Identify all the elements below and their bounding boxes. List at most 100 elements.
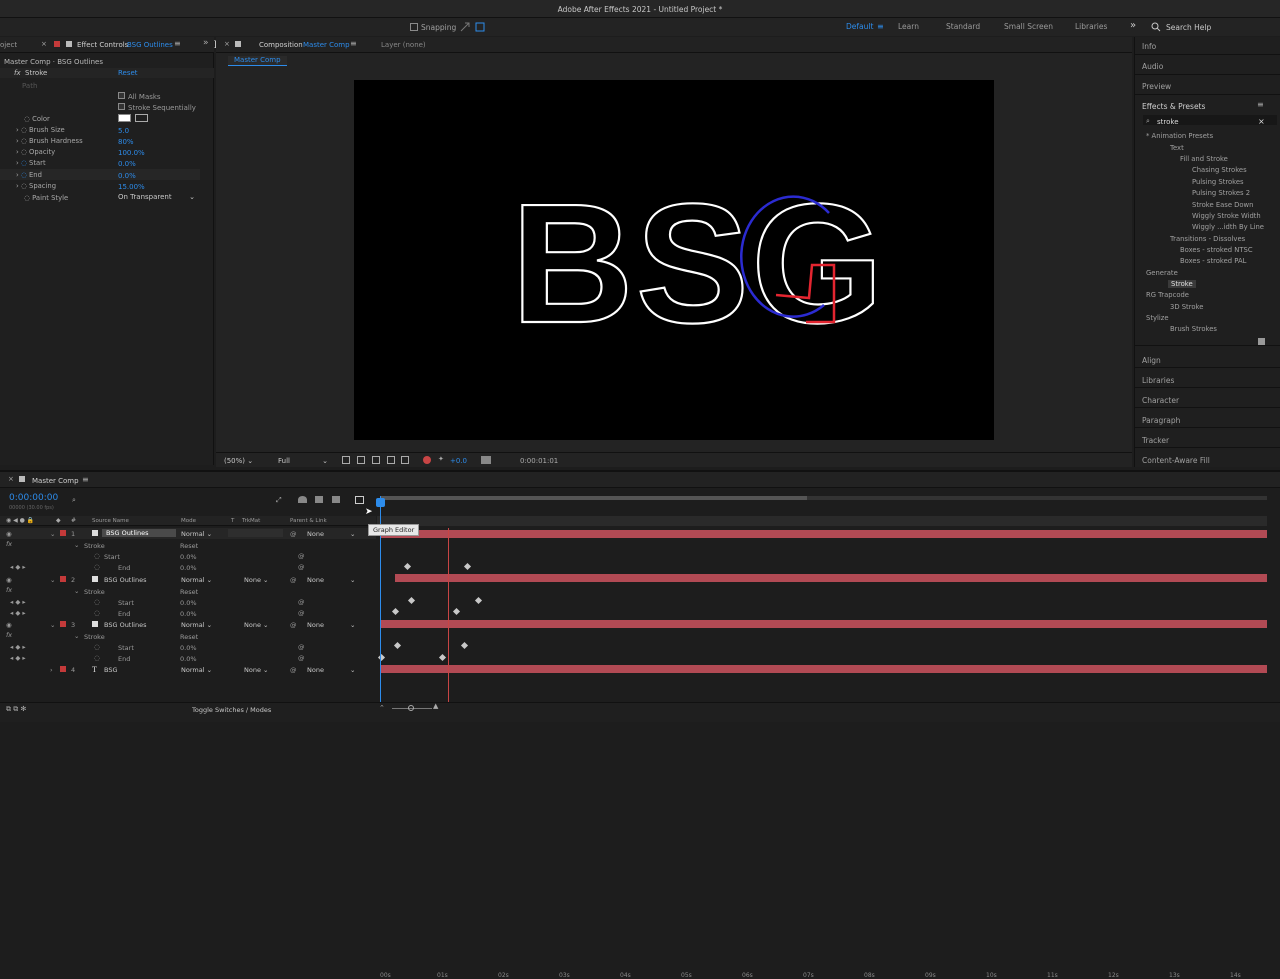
visibility-eye-icon[interactable]: ◉ <box>6 530 12 538</box>
layer-1-start-value[interactable]: 0.0% <box>180 553 197 561</box>
layer-3-trkmat[interactable]: None ⌄ <box>244 621 269 629</box>
label-color[interactable] <box>60 621 66 627</box>
workspace-menu-icon[interactable]: ≡ <box>877 22 884 31</box>
tree-chasing-strokes[interactable]: Chasing Strokes <box>1192 166 1247 174</box>
close-icon[interactable]: × <box>41 40 47 48</box>
opacity-value[interactable]: 100.0% <box>118 149 145 157</box>
layer-3-start-value[interactable]: 0.0% <box>180 644 197 652</box>
keyframe[interactable] <box>463 562 472 571</box>
paragraph-panel-tab[interactable]: Paragraph <box>1142 416 1180 425</box>
pickwhip-icon[interactable]: @ <box>298 563 305 571</box>
layer-2-trkmat[interactable]: None ⌄ <box>244 576 269 584</box>
tree-wiggly-stroke-width[interactable]: Wiggly Stroke Width <box>1192 212 1261 220</box>
playhead-handle[interactable] <box>376 498 385 507</box>
snap-edges-icon[interactable] <box>474 21 486 33</box>
visibility-eye-icon[interactable]: ◉ <box>6 576 12 584</box>
start-value[interactable]: 0.0% <box>118 160 136 168</box>
layer-3-bar[interactable] <box>381 620 1267 628</box>
layer-1-reset[interactable]: Reset <box>180 542 198 550</box>
panel-menu-icon[interactable]: ≡ <box>82 475 89 484</box>
new-folder-icon[interactable] <box>1258 338 1265 345</box>
shy-icon[interactable] <box>315 496 323 503</box>
transparency-icon[interactable] <box>357 456 365 464</box>
tree-boxes-ntsc[interactable]: Boxes - stroked NTSC <box>1180 246 1253 254</box>
tree-stylize[interactable]: Stylize <box>1146 314 1169 322</box>
layer-3-mode[interactable]: Normal ⌄ <box>181 621 212 629</box>
project-tab-stub[interactable]: oject <box>0 41 17 49</box>
brush-hardness-value[interactable]: 80% <box>118 138 134 146</box>
resolution-dropdown[interactable]: Full ⌄ <box>278 457 328 465</box>
pickwhip-icon[interactable]: @ <box>290 666 297 674</box>
comp-timecode[interactable]: 0:00:01:01 <box>520 457 558 465</box>
zoom-slider-handle[interactable] <box>408 705 414 711</box>
keyframe-nav-icon[interactable]: ◂ ◆ ▸ <box>10 643 26 651</box>
toggle-switches-modes[interactable]: Toggle Switches / Modes <box>192 706 271 714</box>
keyframe-nav-icon[interactable]: ◂ ◆ ▸ <box>10 654 26 662</box>
libraries-panel-tab[interactable]: Libraries <box>1142 376 1174 385</box>
keyframe-nav-icon[interactable]: ◂ ◆ ▸ <box>10 609 26 617</box>
zoom-out-icon[interactable]: ⌃ <box>379 704 385 712</box>
pickwhip-icon[interactable]: @ <box>298 643 305 651</box>
tree-text[interactable]: Text <box>1170 144 1184 152</box>
comp-mini-flowchart-icon[interactable]: ⤢ <box>276 496 282 505</box>
spacing-value[interactable]: 15.00% <box>118 183 145 191</box>
expand-arrow-icon[interactable]: ⌄ <box>50 530 55 538</box>
layer-2-start-value[interactable]: 0.0% <box>180 599 197 607</box>
tree-pulsing-strokes-2[interactable]: Pulsing Strokes 2 <box>1192 189 1250 197</box>
keyframe[interactable] <box>460 641 469 650</box>
grid-icon[interactable] <box>387 456 395 464</box>
stopwatch-icon[interactable]: ◌ <box>21 148 27 156</box>
tree-pulsing-strokes[interactable]: Pulsing Strokes <box>1192 178 1244 186</box>
stopwatch-icon[interactable]: ◌ <box>94 654 100 662</box>
tree-stroke-selected[interactable]: Stroke <box>1168 280 1196 288</box>
paint-style-dropdown[interactable]: On Transparent ⌄ <box>118 193 198 202</box>
layer-1-bar[interactable] <box>381 530 1267 538</box>
tree-transitions-dissolves[interactable]: Transitions - Dissolves <box>1170 235 1245 243</box>
expand-arrow-icon[interactable]: ⌄ <box>50 621 55 629</box>
effects-presets-tab[interactable]: Effects & Presets <box>1142 102 1205 111</box>
layer-3-reset[interactable]: Reset <box>180 633 198 641</box>
keyframe[interactable] <box>452 607 461 616</box>
keyframe[interactable] <box>438 653 447 662</box>
zoom-dropdown[interactable]: (50%) ⌄ <box>224 457 264 465</box>
layer-1-mode[interactable]: Normal ⌄ <box>181 530 212 538</box>
keyframe-nav-icon[interactable]: ◂ ◆ ▸ <box>10 563 26 571</box>
workspace-small-screen[interactable]: Small Screen <box>1004 22 1053 31</box>
expand-arrow-icon[interactable]: ⌄ <box>74 587 79 595</box>
pickwhip-icon[interactable]: @ <box>290 576 297 584</box>
workspace-learn[interactable]: Learn <box>898 22 919 31</box>
clear-search-icon[interactable]: × <box>1258 117 1265 126</box>
label-color[interactable] <box>60 576 66 582</box>
stopwatch-icon[interactable]: ◌ <box>24 115 30 123</box>
brush-size-value[interactable]: 5.0 <box>118 127 129 135</box>
keyframe[interactable] <box>403 562 412 571</box>
end-value[interactable]: 0.0% <box>118 172 136 180</box>
layer-4-parent[interactable]: None ⌄ <box>307 666 356 674</box>
stopwatch-icon[interactable]: ◌ <box>21 137 27 145</box>
layer-1-parent[interactable]: None ⌄ <box>307 530 356 538</box>
snapshot-icon[interactable] <box>481 456 491 464</box>
visibility-eye-icon[interactable]: ◉ <box>6 621 12 629</box>
tree-boxes-pal[interactable]: Boxes - stroked PAL <box>1180 257 1246 265</box>
tree-3d-stroke[interactable]: 3D Stroke <box>1170 303 1203 311</box>
snapping-checkbox[interactable] <box>410 23 418 31</box>
guides-icon[interactable] <box>401 456 409 464</box>
layer-1-name[interactable]: BSG Outlines <box>102 529 176 537</box>
zoom-in-icon[interactable]: ▲ <box>433 702 438 710</box>
layer-3-stroke-group[interactable]: Stroke <box>84 633 105 641</box>
content-aware-fill-tab[interactable]: Content-Aware Fill <box>1142 456 1210 465</box>
all-masks-checkbox[interactable] <box>118 92 125 99</box>
mask-icon[interactable] <box>372 456 380 464</box>
tree-generate[interactable]: Generate <box>1146 269 1178 277</box>
stopwatch-icon[interactable]: ◌ <box>94 563 100 571</box>
channel-icon[interactable] <box>423 456 431 464</box>
layer-4-name[interactable]: BSG <box>104 666 118 674</box>
effect-controls-tab-layer[interactable]: BSG Outlines <box>127 41 173 49</box>
layer-4-bar[interactable] <box>381 665 1267 673</box>
tracker-panel-tab[interactable]: Tracker <box>1142 436 1169 445</box>
stopwatch-icon[interactable]: ◌ <box>21 182 27 190</box>
effect-controls-tab-label[interactable]: Effect Controls <box>77 41 128 49</box>
color-swatch[interactable] <box>118 114 131 122</box>
layer-tab[interactable]: Layer (none) <box>381 41 426 49</box>
stopwatch-icon[interactable]: ◌ <box>21 159 27 167</box>
